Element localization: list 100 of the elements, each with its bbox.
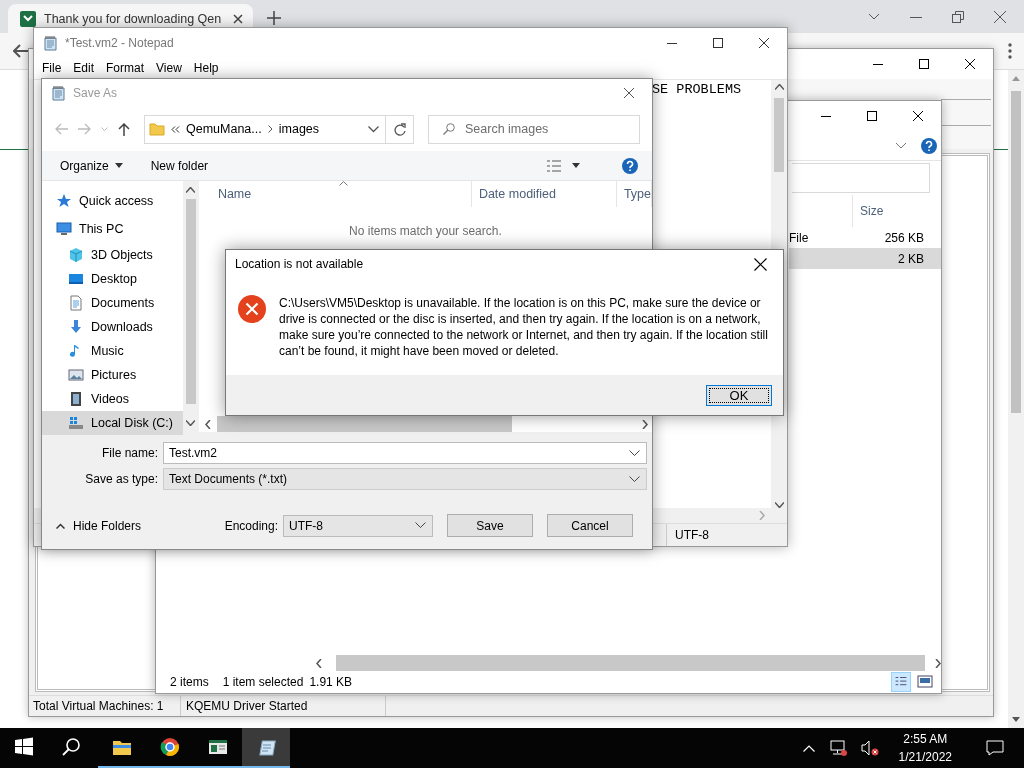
menu-item[interactable]: View (150, 61, 188, 75)
download-icon (68, 319, 84, 335)
scrollbar-thumb[interactable] (216, 416, 512, 432)
nav-item[interactable]: Desktop (42, 267, 183, 291)
nav-item[interactable]: Local Disk (C:) (42, 411, 183, 435)
scroll-right-icon (759, 511, 765, 520)
file-type-dropdown[interactable]: Text Documents (*.txt) (163, 468, 647, 490)
close-icon[interactable] (913, 111, 923, 121)
table-cell-text: 2 KB (897, 251, 925, 266)
windows-logo-icon (14, 737, 34, 757)
nav-item[interactable]: Downloads (42, 315, 183, 339)
nav-item[interactable]: Documents (42, 291, 183, 315)
field-label: File name: (100, 446, 159, 460)
menu-button[interactable]: Organize (60, 158, 123, 173)
scroll-down-icon (774, 502, 784, 508)
nav-item[interactable]: Pictures (42, 363, 183, 387)
app-window-icon (208, 737, 228, 757)
column-header[interactable]: Type (616, 181, 652, 207)
maximize-icon[interactable] (713, 37, 723, 48)
menu-item[interactable]: Format (100, 61, 151, 75)
breadcrumb-item[interactable]: images (278, 122, 320, 136)
scroll-up-icon (774, 84, 784, 90)
toolbar-button[interactable]: New folder (150, 158, 209, 173)
window-title: *Test.vm2 - Notepad (65, 35, 175, 50)
menu-icon[interactable] (1008, 43, 1012, 59)
chevron-down-icon[interactable] (368, 125, 379, 133)
file-row[interactable]: 2 KB (789, 248, 941, 269)
scroll-down-icon (1012, 717, 1020, 722)
close-icon[interactable] (233, 13, 243, 24)
column-header[interactable]: Date modified (471, 181, 617, 207)
chevron-down-icon[interactable] (868, 12, 880, 21)
folder-icon (149, 121, 165, 137)
status-text: 1 item selected (222, 675, 304, 689)
file-row[interactable]: File 256 KB (789, 227, 941, 248)
status-text: Total Virtual Machines: 1 (29, 696, 181, 716)
cancel-button[interactable]: Cancel (547, 514, 633, 537)
scroll-left-icon (316, 658, 322, 668)
menu-item[interactable]: Help (187, 61, 225, 75)
dropdown-caret-icon[interactable] (572, 163, 580, 168)
nav-item[interactable]: Quick access (42, 187, 183, 215)
file-name-field[interactable]: Test.vm2 (163, 442, 647, 464)
menu-item[interactable]: Edit (67, 61, 101, 75)
hide-folders-button[interactable]: Hide Folders (56, 518, 142, 533)
new-tab-icon[interactable] (267, 11, 281, 25)
help-icon[interactable] (921, 137, 937, 154)
ok-button[interactable]: OK (706, 384, 772, 406)
maximize-icon[interactable] (919, 59, 929, 69)
network-icon[interactable] (828, 740, 847, 756)
document-text: SE PROBLEMS (652, 82, 742, 97)
restore-icon[interactable] (952, 10, 964, 23)
column-header[interactable]: Name (198, 181, 472, 207)
film-icon (68, 391, 84, 407)
notepad-icon (43, 34, 59, 51)
dialog-title: Location is not available (235, 257, 365, 271)
scrollbar-thumb[interactable] (774, 98, 784, 172)
search-icon (62, 737, 82, 757)
empty-message: No items match your search. (349, 224, 502, 238)
computer-icon (56, 221, 72, 237)
error-icon (238, 295, 266, 323)
help-icon[interactable] (622, 157, 638, 174)
search-field[interactable] (792, 163, 930, 193)
status-text: 1.91 KB (309, 675, 353, 689)
notification-icon[interactable] (986, 740, 1004, 756)
back-arrow-icon[interactable] (13, 44, 29, 58)
menu-item[interactable]: File (36, 61, 68, 75)
scroll-right-icon (642, 419, 648, 429)
browser-icon (160, 737, 180, 757)
up-arrow-icon[interactable] (118, 122, 130, 136)
refresh-icon[interactable] (393, 122, 406, 136)
sort-caret-icon (338, 181, 348, 186)
column-header[interactable]: Size (852, 195, 937, 227)
field-label: Encoding: (224, 518, 278, 533)
close-icon[interactable] (753, 257, 767, 271)
scrollbar-thumb[interactable] (185, 199, 196, 404)
breadcrumb-item[interactable]: QemuMana... (186, 122, 262, 136)
table-cell-text: File (789, 230, 810, 245)
scrollbar-thumb[interactable] (336, 655, 925, 671)
scrollbar[interactable] (1008, 70, 1024, 728)
maximize-icon[interactable] (867, 111, 877, 121)
close-icon[interactable] (759, 37, 769, 48)
close-icon[interactable] (624, 88, 634, 98)
search-field[interactable]: Search images (428, 114, 640, 144)
scroll-up-icon (186, 187, 196, 193)
save-button[interactable]: Save (447, 514, 533, 537)
chevron-up-icon[interactable] (802, 744, 815, 752)
nav-item[interactable]: Videos (42, 387, 183, 411)
clock[interactable]: 2:55 AM 1/21/2022 (898, 730, 952, 766)
scroll-up-icon (1012, 76, 1020, 81)
volume-muted-icon[interactable] (860, 740, 879, 756)
chevron-down-icon[interactable] (895, 141, 907, 150)
nav-item[interactable]: This PC (42, 215, 183, 243)
nav-item[interactable]: 3D Objects (42, 243, 183, 267)
address-bar[interactable]: QemuMana... images (144, 114, 386, 144)
close-icon[interactable] (965, 59, 975, 69)
notepad-icon (256, 737, 276, 757)
encoding-dropdown[interactable]: UTF-8 (283, 514, 433, 537)
desktop-icon (68, 271, 84, 287)
taskbar-button[interactable] (242, 728, 290, 768)
nav-item[interactable]: Music (42, 339, 183, 363)
details-view-icon[interactable] (891, 672, 911, 692)
